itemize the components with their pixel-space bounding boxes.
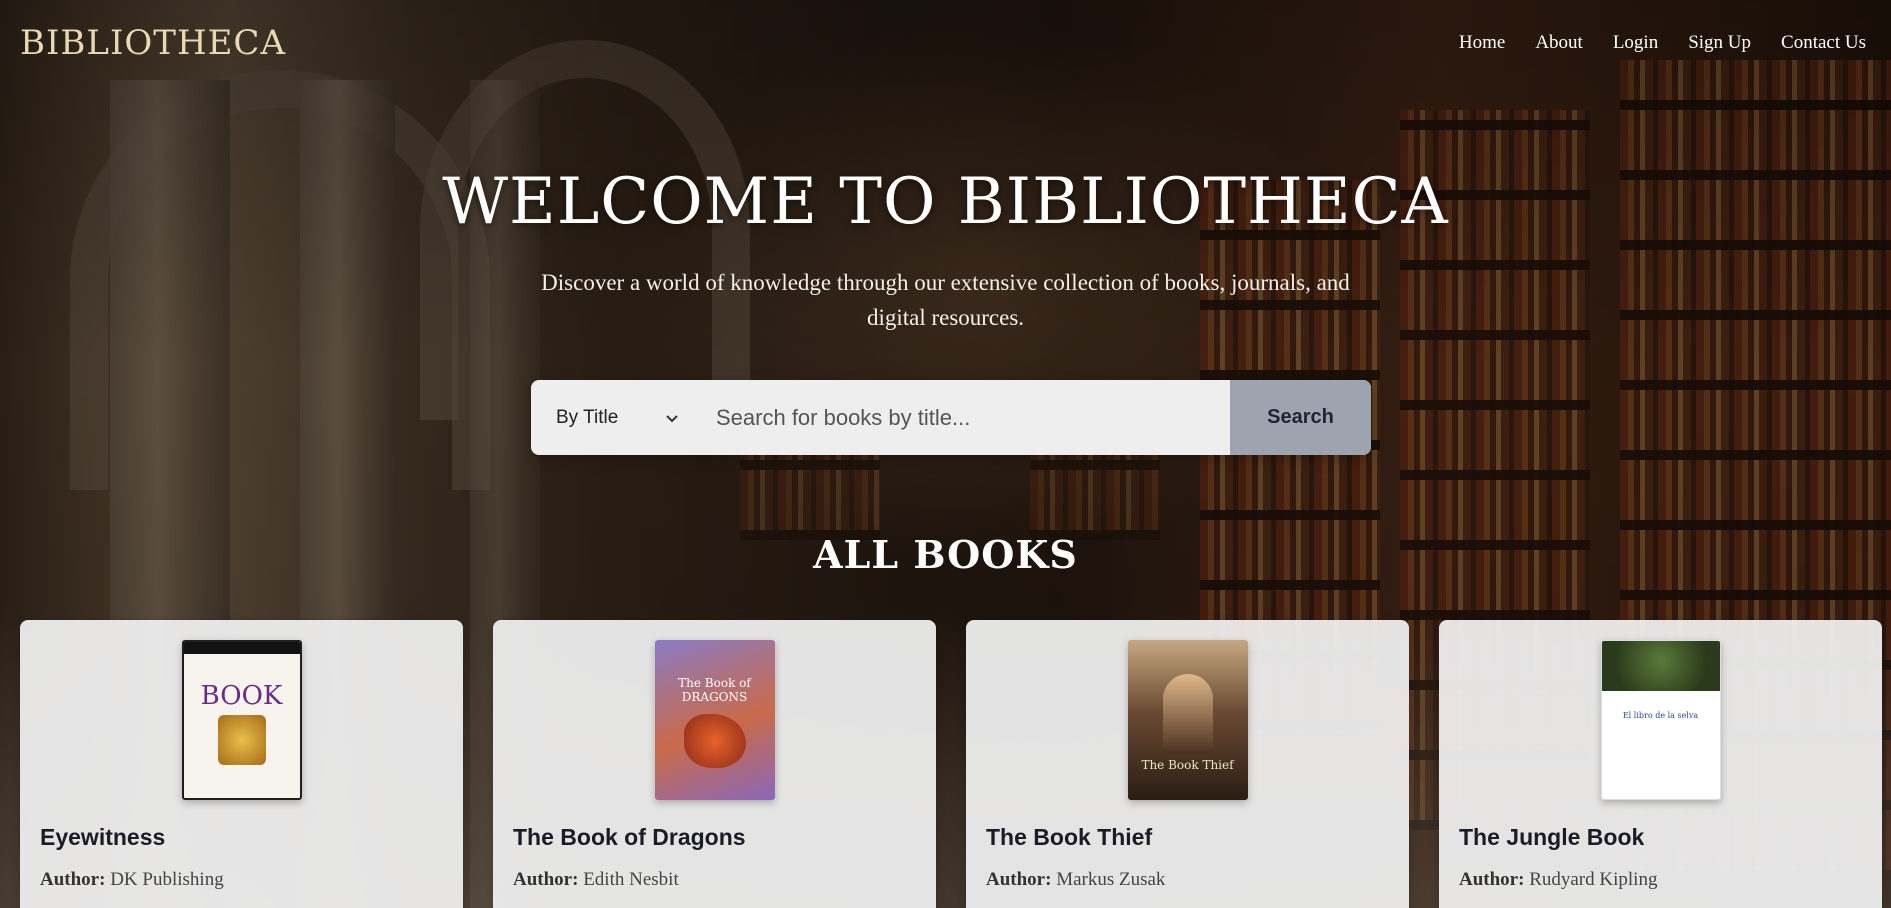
chevron-down-icon xyxy=(666,410,678,426)
book-cover-image: The Book of DRAGONS xyxy=(654,640,775,800)
author-label: Author: xyxy=(986,869,1052,890)
main-nav: Home About Login Sign Up Contact Us xyxy=(1444,32,1881,54)
nav-about[interactable]: About xyxy=(1520,32,1598,54)
book-title: Eyewitness xyxy=(40,824,166,850)
nav-home[interactable]: Home xyxy=(1444,32,1520,54)
book-title: The Book Thief xyxy=(986,824,1153,850)
author-label: Author: xyxy=(40,869,106,890)
author-label: Author: xyxy=(1459,869,1525,890)
search-bar: By Title Search xyxy=(531,380,1371,455)
book-author: Author: DK Publishing xyxy=(40,869,443,891)
nav-sign-up[interactable]: Sign Up xyxy=(1673,32,1766,54)
author-name: Edith Nesbit xyxy=(583,869,679,890)
search-button[interactable]: Search xyxy=(1230,380,1371,455)
book-card[interactable]: El libro de la selva The Jungle Book Aut… xyxy=(1439,620,1882,908)
hero-subtitle: Discover a world of knowledge through ou… xyxy=(541,270,1350,330)
site-header: BIBLIOTHECA Home About Login Sign Up Con… xyxy=(0,0,1891,86)
book-cover-image: El libro de la selva xyxy=(1600,640,1721,800)
author-name: Markus Zusak xyxy=(1056,869,1166,890)
book-card[interactable]: BOOK Eyewitness Author: DK Publishing xyxy=(20,620,463,908)
book-card[interactable]: The Book Thief The Book Thief Author: Ma… xyxy=(966,620,1409,908)
hero-section: Welcome to Bibliotheca Discover a world … xyxy=(0,165,1891,335)
book-title: The Jungle Book xyxy=(1459,824,1645,850)
book-cover-image: The Book Thief xyxy=(1127,640,1248,800)
brand-logo[interactable]: BIBLIOTHECA xyxy=(20,23,286,63)
book-author: Author: Markus Zusak xyxy=(986,869,1389,891)
search-filter-value: By Title xyxy=(556,406,619,428)
hero-title: Welcome to Bibliotheca xyxy=(442,165,1449,239)
author-label: Author: xyxy=(513,869,579,890)
all-books-heading: All Books xyxy=(813,532,1078,577)
book-cover-image: BOOK xyxy=(181,640,302,800)
book-card[interactable]: The Book of DRAGONS The Book of Dragons … xyxy=(493,620,936,908)
search-input[interactable] xyxy=(696,380,1230,455)
author-name: DK Publishing xyxy=(110,869,224,890)
book-author: Author: Edith Nesbit xyxy=(513,869,916,891)
nav-contact-us[interactable]: Contact Us xyxy=(1766,32,1881,54)
book-author: Author: Rudyard Kipling xyxy=(1459,869,1862,891)
nav-login[interactable]: Login xyxy=(1598,32,1673,54)
search-filter-select[interactable]: By Title xyxy=(531,380,696,455)
book-title: The Book of Dragons xyxy=(513,824,746,850)
author-name: Rudyard Kipling xyxy=(1529,869,1658,890)
book-grid: BOOK Eyewitness Author: DK Publishing Th… xyxy=(20,620,1882,908)
